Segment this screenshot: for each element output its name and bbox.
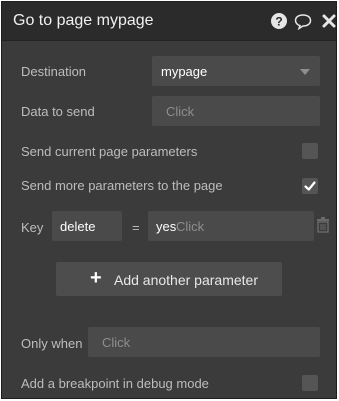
destination-dropdown[interactable]: mypage <box>152 56 320 86</box>
add-parameter-button[interactable]: + Add another parameter <box>56 262 282 296</box>
key-value: delete <box>60 219 96 234</box>
help-icon[interactable]: ? <box>270 12 288 30</box>
svg-text:?: ? <box>275 15 282 29</box>
close-icon[interactable] <box>320 12 338 30</box>
go-to-page-panel: Go to page mypage ? Destination mypage D… <box>1 1 337 399</box>
key-input[interactable]: delete <box>52 211 122 241</box>
data-to-send-label: Data to send <box>21 104 95 119</box>
parameter-value-input[interactable]: yes Click <box>148 211 314 241</box>
parameter-value: yes <box>156 219 177 234</box>
breakpoint-label: Add a breakpoint in debug mode <box>21 376 209 391</box>
key-label: Key <box>21 220 44 235</box>
trash-icon[interactable] <box>316 217 330 233</box>
comment-icon[interactable] <box>294 12 312 30</box>
panel-header: Go to page mypage ? <box>2 2 336 41</box>
only-when-label: Only when <box>21 336 83 351</box>
send-more-checkbox[interactable] <box>302 178 318 194</box>
data-to-send-input[interactable]: Click <box>152 96 320 126</box>
add-parameter-label: Add another parameter <box>114 272 258 288</box>
only-when-placeholder: Click <box>102 335 131 350</box>
send-more-label: Send more parameters to the page <box>21 178 223 193</box>
breakpoint-checkbox[interactable] <box>302 375 318 391</box>
panel-title: Go to page mypage <box>13 12 154 29</box>
checkmark-icon <box>304 181 316 191</box>
send-current-label: Send current page parameters <box>21 144 198 159</box>
equals-sign: = <box>132 220 140 235</box>
destination-value: mypage <box>161 64 208 79</box>
parameter-value-placeholder: Click <box>176 219 205 234</box>
data-to-send-placeholder: Click <box>166 104 195 119</box>
chevron-down-icon <box>300 69 310 75</box>
only-when-input[interactable]: Click <box>88 327 320 357</box>
send-current-checkbox[interactable] <box>302 143 318 159</box>
destination-label: Destination <box>21 64 87 79</box>
plus-icon: + <box>90 267 102 289</box>
